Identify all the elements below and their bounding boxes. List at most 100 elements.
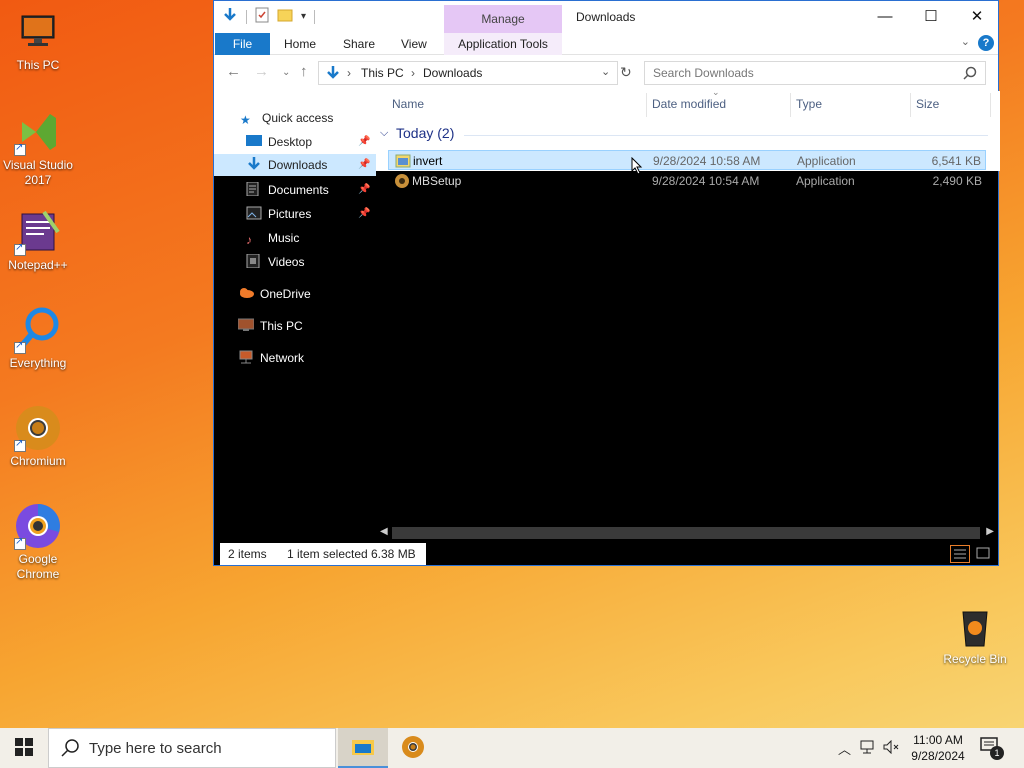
title-bar: ▾ Manage Downloads — ☐ ✕	[214, 1, 998, 33]
horizontal-scrollbar[interactable]: ◀ ▶	[376, 525, 998, 541]
network-icon	[238, 349, 254, 364]
documents-icon	[246, 181, 262, 197]
tab-file[interactable]: File	[215, 33, 270, 55]
address-dropdown-icon[interactable]: ⌄	[601, 65, 610, 78]
network-icon[interactable]	[859, 740, 875, 757]
search-placeholder: Search Downloads	[653, 66, 754, 80]
expand-ribbon-icon[interactable]: ⌄	[961, 35, 970, 48]
application-icon	[395, 153, 411, 169]
back-arrow-icon[interactable]: ←	[226, 63, 241, 80]
forward-arrow-icon[interactable]: →	[254, 63, 269, 80]
tab-application-tools[interactable]: Application Tools	[444, 33, 562, 55]
nav-videos[interactable]: Videos	[246, 251, 304, 273]
file-name: invert	[413, 154, 443, 168]
desktop-icon-notepadpp[interactable]: Notepad++	[0, 208, 76, 272]
pin-icon[interactable]: 📌	[358, 208, 370, 219]
column-header-size[interactable]: Size	[916, 97, 939, 111]
item-count: 2 items	[228, 547, 267, 561]
large-icons-view-icon[interactable]	[974, 545, 994, 563]
refresh-icon[interactable]: ↻	[620, 64, 632, 81]
up-arrow-icon[interactable]: ↑	[300, 63, 308, 80]
videos-icon	[246, 253, 262, 269]
breadcrumb-this-pc[interactable]: This PC	[361, 66, 404, 80]
window-title: Downloads	[576, 10, 636, 24]
clock[interactable]: 11:00 AM 9/28/2024	[900, 732, 976, 764]
desktop-icon-visual-studio[interactable]: Visual Studio 2017	[0, 108, 76, 188]
details-view-icon[interactable]	[950, 545, 970, 563]
tab-view[interactable]: View	[401, 33, 427, 55]
file-row[interactable]: MBSetup 9/28/2024 10:54 AM Application 2…	[388, 171, 986, 191]
minimize-button[interactable]: —	[862, 1, 908, 31]
chrome-icon	[14, 502, 62, 550]
group-header[interactable]: Today (2)	[396, 125, 454, 141]
breadcrumb-downloads[interactable]: Downloads	[423, 66, 482, 80]
tab-home[interactable]: Home	[284, 33, 316, 55]
scroll-right-icon[interactable]: ▶	[986, 526, 994, 537]
tab-share[interactable]: Share	[343, 33, 375, 55]
taskbar-search-placeholder: Type here to search	[89, 740, 222, 757]
close-button[interactable]: ✕	[954, 1, 1000, 31]
pictures-icon	[246, 205, 262, 220]
new-folder-icon[interactable]	[277, 8, 293, 25]
file-row[interactable]: invert 9/28/2024 10:58 AM Application 6,…	[388, 150, 986, 170]
address-bar[interactable]: › This PC › Downloads ⌄	[318, 61, 618, 85]
taskbar-chromium[interactable]	[388, 728, 438, 768]
star-icon: ★	[240, 113, 251, 127]
manage-contextual-tab[interactable]: Manage	[444, 5, 562, 33]
desktop-icon-recycle-bin[interactable]: Recycle Bin	[937, 602, 1013, 666]
search-box[interactable]: Search Downloads	[644, 61, 986, 85]
explorer-window: ▾ Manage Downloads — ☐ ✕ File Home Share…	[213, 0, 1000, 566]
desktop-icon-google-chrome[interactable]: Google Chrome	[0, 502, 76, 582]
start-button[interactable]	[0, 728, 48, 768]
recent-locations-icon[interactable]: ⌄	[282, 67, 290, 78]
nav-quick-access[interactable]: ★ Quick access	[240, 107, 333, 129]
column-header-type[interactable]: Type	[796, 97, 822, 111]
chromium-icon	[14, 404, 62, 452]
nav-network[interactable]: Network	[238, 347, 304, 369]
column-header-date[interactable]: Date modified	[652, 97, 726, 111]
file-name: MBSetup	[412, 174, 462, 188]
nav-desktop[interactable]: Desktop	[246, 131, 312, 153]
desktop-icon-label: Google Chrome	[16, 552, 60, 581]
customize-dropdown-icon[interactable]: ▾	[301, 11, 306, 22]
navigation-pane: ★ Quick access Desktop 📌 Downloads 📌 Docu…	[214, 91, 376, 541]
pin-icon[interactable]: 📌	[358, 136, 370, 147]
pin-icon[interactable]: 📌	[358, 159, 370, 170]
taskbar-search-box[interactable]: Type here to search	[48, 728, 336, 768]
desktop-icon-chromium[interactable]: Chromium	[0, 404, 76, 468]
nav-this-pc[interactable]: This PC	[237, 315, 303, 337]
quick-access-toolbar: ▾	[222, 7, 316, 26]
volume-muted-icon[interactable]	[883, 739, 899, 757]
status-bar: 2 items 1 item selected 6.38 MB	[214, 541, 998, 565]
selection-size: 6.38 MB	[371, 547, 416, 561]
monitor-icon	[14, 8, 62, 56]
pin-icon[interactable]: 📌	[358, 184, 370, 195]
visual-studio-icon	[14, 108, 62, 156]
search-icon	[61, 739, 79, 760]
downloads-location-icon	[325, 65, 341, 84]
action-center-button[interactable]: 1	[980, 736, 1004, 760]
desktop-icon-everything[interactable]: Everything	[0, 306, 76, 370]
music-note-icon: ♪	[246, 233, 252, 247]
nav-music[interactable]: ♪ Music	[246, 227, 299, 249]
system-tray: ︿	[838, 728, 899, 768]
show-hidden-icons-icon[interactable]: ︿	[838, 739, 851, 758]
file-size: 2,490 KB	[932, 174, 982, 188]
maximize-button[interactable]: ☐	[908, 1, 954, 31]
group-divider	[464, 135, 988, 136]
column-header-name[interactable]: Name	[392, 97, 424, 111]
nav-pictures[interactable]: Pictures	[246, 203, 311, 225]
scroll-left-icon[interactable]: ◀	[380, 526, 388, 537]
desktop-icon-label: Notepad++	[8, 258, 68, 272]
scrollbar-thumb[interactable]	[392, 527, 980, 539]
help-icon[interactable]: ?	[978, 35, 994, 51]
breadcrumb-chevron-icon: ›	[347, 66, 351, 80]
taskbar-file-explorer[interactable]	[338, 728, 388, 768]
desktop-icon-this-pc[interactable]: This PC	[0, 8, 76, 72]
group-collapse-icon[interactable]: ⌵	[380, 127, 388, 140]
properties-icon[interactable]	[255, 7, 269, 26]
download-arrow-icon[interactable]	[222, 7, 238, 26]
nav-onedrive[interactable]: OneDrive	[238, 283, 311, 305]
nav-downloads[interactable]: Downloads	[246, 154, 327, 176]
nav-documents[interactable]: Documents	[246, 179, 329, 201]
